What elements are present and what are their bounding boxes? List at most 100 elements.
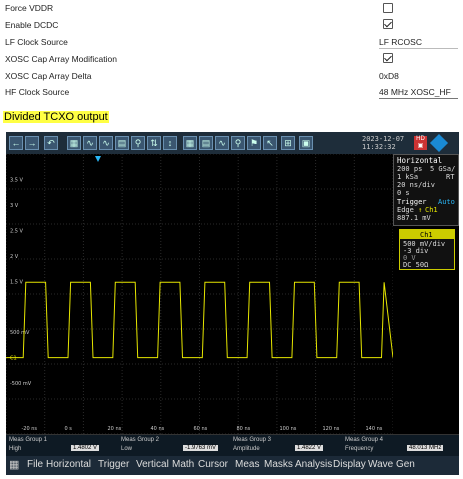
undo-icon[interactable]: ↶ bbox=[44, 136, 58, 150]
meas-name: High bbox=[9, 446, 22, 452]
y-tick-label: 3 V bbox=[10, 203, 19, 209]
menu-item-cursor[interactable]: Cursor bbox=[198, 459, 228, 470]
xosc-cap-mod-label: XOSC Cap Array Modification bbox=[5, 54, 117, 64]
x-tick-label: -20 ns bbox=[22, 426, 38, 432]
x-axis-labels: -20 ns 0 s 20 ns 40 ns 60 ns 80 ns 100 ns 120 n… bbox=[22, 426, 383, 432]
y-tick-label: 2.5 V bbox=[10, 228, 24, 234]
histogram-icon[interactable]: ▤ bbox=[199, 136, 213, 150]
trigger-mode: Auto bbox=[438, 198, 455, 206]
hf-clock-underline bbox=[379, 98, 458, 99]
trigger-level: 887.1 mV bbox=[397, 214, 431, 222]
plot-grid bbox=[6, 154, 393, 435]
enable-dcdc-label: Enable DCDC bbox=[5, 20, 59, 30]
meas-value: 1.4822 V bbox=[295, 445, 324, 451]
brand-logo-icon bbox=[429, 133, 449, 153]
waveform-plot: 3.5 V 3 V 2.5 V 2 V 1.5 V 500 mV C1 -500 mV -20… bbox=[6, 154, 393, 444]
meas-value: -1.9763 mV bbox=[183, 445, 219, 451]
y-tick-label: 500 mV bbox=[10, 330, 30, 336]
xosc-cap-delta-label: XOSC Cap Array Delta bbox=[5, 71, 92, 81]
edge-rising-icon: ↑ bbox=[418, 206, 423, 214]
chart-icon[interactable]: ▤ bbox=[115, 136, 129, 150]
meas-group-label[interactable]: Meas Group 3 bbox=[233, 437, 271, 443]
lf-clock-select[interactable]: LF RCOSC bbox=[379, 37, 422, 47]
lf-clock-label: LF Clock Source bbox=[5, 37, 68, 47]
meas-group-label[interactable]: Meas Group 1 bbox=[9, 437, 47, 443]
menu-item-trigger[interactable]: Trigger bbox=[98, 459, 129, 470]
y-tick-label: 3.5 V bbox=[10, 177, 24, 183]
waveform-icon[interactable]: ∿ bbox=[99, 136, 113, 150]
meas-value: 1.4802 V bbox=[71, 445, 100, 451]
enable-dcdc-checkbox[interactable] bbox=[383, 19, 393, 29]
y-tick-label: -500 mV bbox=[10, 381, 32, 387]
menu-item-meas[interactable]: Meas bbox=[235, 459, 259, 470]
meas-value: 48.013 MHz bbox=[407, 445, 444, 451]
x-tick-label: 0 s bbox=[65, 426, 73, 432]
section-heading: Divided TCXO output bbox=[3, 111, 109, 123]
screenshot-icon[interactable]: ▣ bbox=[299, 136, 313, 150]
menu-item-math[interactable]: Math bbox=[172, 459, 194, 470]
ch1-title: Ch1 bbox=[420, 231, 433, 239]
search-icon[interactable]: ⚲ bbox=[231, 136, 245, 150]
menu-item-wave-gen[interactable]: Wave Gen bbox=[368, 459, 415, 470]
trigger-type: Edge bbox=[397, 206, 414, 214]
trigger-title: Trigger bbox=[397, 198, 427, 206]
zoom-icon[interactable]: ⚲ bbox=[131, 136, 145, 150]
horizontal-panel[interactable]: Horizontal 200 ps 5 GSa/ 1 kSa RT 20 ns/… bbox=[393, 154, 459, 226]
horizontal-resolution: 200 ps bbox=[397, 165, 423, 173]
signal-icon[interactable]: ∿ bbox=[83, 136, 97, 150]
measurement-bar: Meas Group 1 High 1.4802 V Meas Group 2 Low -… bbox=[6, 434, 459, 457]
xosc-cap-mod-checkbox[interactable] bbox=[383, 53, 393, 63]
menu-item-analysis[interactable]: Analysis bbox=[295, 459, 332, 470]
menu-item-masks[interactable]: Masks bbox=[264, 459, 293, 470]
x-tick-label: 120 ns bbox=[323, 426, 340, 432]
horizontal-offset: 0 s bbox=[397, 189, 410, 197]
hf-clock-select[interactable]: 48 MHz XOSC_HF bbox=[379, 87, 451, 97]
scope-menu-bar: ▦ File Horizontal Trigger Vertical Math Curso… bbox=[6, 456, 459, 475]
ch1-panel[interactable]: Ch1 500 mV/div -3 div 0 V DC 50Ω bbox=[399, 229, 455, 270]
x-tick-label: 80 ns bbox=[237, 426, 251, 432]
trigger-position-marker bbox=[95, 156, 101, 162]
lf-clock-underline bbox=[379, 48, 458, 49]
meas-group-label[interactable]: Meas Group 4 bbox=[345, 437, 383, 443]
x-tick-label: 40 ns bbox=[151, 426, 165, 432]
xosc-cap-delta-input[interactable]: 0xD8 bbox=[379, 71, 399, 81]
y-tick-label: 2 V bbox=[10, 254, 19, 260]
menu-item-file[interactable]: File bbox=[27, 459, 43, 470]
hf-clock-label: HF Clock Source bbox=[5, 87, 70, 97]
force-vddr-label: Force VDDR bbox=[5, 3, 54, 13]
cursor-tool-icon[interactable]: ↕ bbox=[163, 136, 177, 150]
forward-arrow-icon[interactable]: → bbox=[25, 136, 39, 150]
table-icon[interactable]: ▦ bbox=[183, 136, 197, 150]
meas-name: Amplitude bbox=[233, 446, 260, 452]
scope-date: 2023-12-07 bbox=[362, 135, 405, 143]
pointer-icon[interactable]: ↖ bbox=[263, 136, 277, 150]
menu-item-display[interactable]: Display bbox=[333, 459, 366, 470]
meas-name: Frequency bbox=[345, 446, 374, 452]
marker-icon[interactable]: ⚑ bbox=[247, 136, 261, 150]
menu-grid-icon[interactable]: ▦ bbox=[9, 458, 19, 471]
spectrum-icon[interactable]: ∿ bbox=[215, 136, 229, 150]
expand-icon[interactable]: ⊞ bbox=[281, 136, 295, 150]
horizontal-samples: 1 kSa bbox=[397, 173, 419, 181]
grid-layout-icon[interactable]: ▦ bbox=[67, 136, 81, 150]
x-tick-label: 20 ns bbox=[108, 426, 122, 432]
meas-group-label[interactable]: Meas Group 2 bbox=[121, 437, 159, 443]
menu-item-vertical[interactable]: Vertical bbox=[136, 459, 169, 470]
horizontal-div: 20 ns/div bbox=[397, 181, 435, 189]
ch1-coupling: DC 50Ω bbox=[403, 261, 429, 269]
horizontal-rt: RT bbox=[446, 173, 455, 181]
x-tick-label: 140 ns bbox=[366, 426, 383, 432]
y-tick-label: C1 bbox=[10, 356, 17, 362]
meas-name: Low bbox=[121, 446, 133, 452]
horizontal-title: Horizontal bbox=[397, 156, 443, 165]
oscilloscope-screen: ← → ↶ ▦ ∿ ∿ ▤ ⚲ ⇅ ↕ ▦ ▤ ∿ ⚲ ⚑ ↖ ⊞ ▣ 2023… bbox=[6, 132, 459, 475]
x-tick-label: 60 ns bbox=[194, 426, 208, 432]
menu-item-horizontal[interactable]: Horizontal bbox=[46, 459, 91, 470]
measure-icon[interactable]: ⇅ bbox=[147, 136, 161, 150]
x-tick-label: 100 ns bbox=[280, 426, 297, 432]
hd-badge-icon: HD ▣ bbox=[414, 136, 427, 150]
force-vddr-checkbox[interactable] bbox=[383, 3, 393, 13]
y-tick-label: 1.5 V bbox=[10, 279, 24, 285]
back-arrow-icon[interactable]: ← bbox=[9, 136, 23, 150]
trigger-source: Ch1 bbox=[425, 206, 438, 214]
